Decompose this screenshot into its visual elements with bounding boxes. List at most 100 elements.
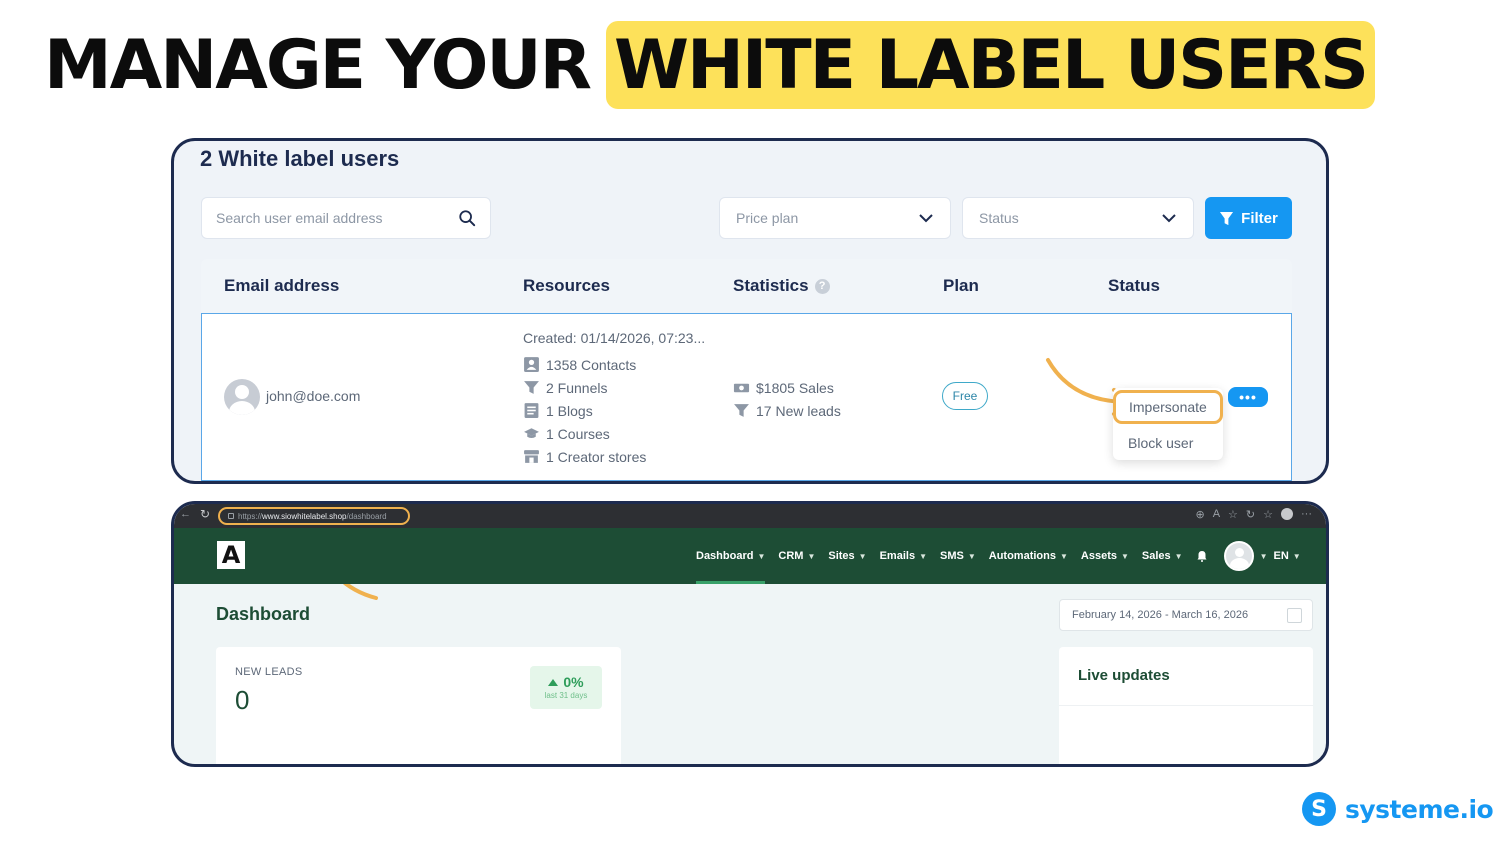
language-select[interactable]: EN ▼ — [1274, 550, 1301, 562]
chevron-down-icon — [1162, 214, 1176, 223]
chevron-down-icon: ▼ — [919, 551, 927, 561]
column-resources: Resources — [523, 276, 610, 295]
search-icon[interactable] — [458, 209, 476, 227]
status-placeholder: Status — [979, 210, 1019, 226]
bell-icon[interactable] — [1196, 550, 1208, 562]
user-email: john@doe.com — [266, 388, 361, 404]
created-date: Created: 01/14/2026, 07:23... — [523, 330, 706, 346]
read-aloud-icon[interactable]: A — [1213, 508, 1220, 521]
price-plan-select[interactable]: Price plan — [719, 197, 951, 239]
systeme-logo-icon: S — [1302, 792, 1336, 826]
statistic-item: 17 New leads — [733, 399, 841, 422]
new-leads-value: 0 — [235, 685, 250, 715]
date-range-picker[interactable]: February 14, 2026 - March 16, 2026 — [1059, 599, 1313, 631]
resource-item: 1 Courses — [523, 422, 705, 445]
resource-item: 2 Funnels — [523, 376, 705, 399]
nav-emails[interactable]: Emails ▼ — [880, 528, 927, 584]
chevron-down-icon: ▼ — [1059, 551, 1068, 561]
price-plan-placeholder: Price plan — [736, 210, 799, 226]
avatar — [224, 379, 260, 415]
chevron-down-icon: ▼ — [858, 551, 867, 561]
chevron-down-icon: ▼ — [807, 551, 816, 561]
browser-menu-icon[interactable]: ··· — [1301, 508, 1312, 521]
arrow-up-icon — [548, 678, 559, 686]
impersonate-menu-item[interactable]: Impersonate — [1113, 390, 1223, 424]
new-leads-card: NEW LEADS 0 0% last 31 days — [216, 647, 621, 764]
chevron-down-icon: ▼ — [1174, 551, 1183, 561]
chevron-down-icon[interactable]: ▼ — [1260, 552, 1268, 561]
reload-icon[interactable]: ↻ — [200, 507, 210, 521]
white-label-users-panel: 2 White label users Search user email ad… — [171, 138, 1329, 484]
zoom-icon[interactable]: ⊕ — [1195, 508, 1204, 521]
contacts-icon — [524, 357, 539, 372]
search-input[interactable]: Search user email address — [201, 197, 491, 239]
column-statistics-label: Statistics — [733, 276, 809, 295]
browser-toolbar: ← ↻ https://www.siowhitelabel.shop/dashb… — [174, 504, 1326, 528]
main-nav: Dashboard ▼ CRM ▼ Sites ▼ Emails ▼ SMS ▼ Auto… — [696, 528, 1301, 584]
favorite-icon[interactable]: ☆ — [1228, 508, 1238, 521]
browser-actions: ⊕ A ☆ ↻ ☆ ··· — [1195, 508, 1312, 521]
table-header: Email address Resources Statistics ? Pla… — [201, 259, 1292, 313]
favorites-list-icon[interactable]: ☆ — [1263, 508, 1273, 521]
resources-cell: Created: 01/14/2026, 07:23... 1358 Conta… — [523, 330, 705, 468]
back-icon[interactable]: ← — [180, 508, 191, 520]
filter-label: Filter — [1241, 209, 1278, 227]
chevron-down-icon: ▼ — [757, 551, 766, 561]
filter-icon — [1220, 211, 1234, 225]
nav-dashboard[interactable]: Dashboard ▼ — [696, 528, 766, 584]
headline-plain: MANAGE YOUR — [44, 25, 592, 105]
more-actions-button[interactable]: ••• — [1228, 387, 1268, 407]
nav-sites[interactable]: Sites ▼ — [828, 528, 866, 584]
chevron-down-icon: ▼ — [1120, 551, 1129, 561]
dashboard-title: Dashboard — [216, 604, 311, 624]
avatar[interactable] — [1223, 541, 1254, 571]
url-text: https://www.siowhitelabel.shop/dashboard — [238, 511, 387, 521]
block-user-menu-item[interactable]: Block user — [1113, 426, 1223, 460]
address-bar[interactable]: https://www.siowhitelabel.shop/dashboard — [218, 507, 410, 525]
app-logo[interactable]: A — [217, 541, 245, 569]
new-leads-label: NEW LEADS — [235, 666, 303, 678]
actions-menu: Impersonate Block user — [1113, 388, 1223, 460]
filter-button[interactable]: Filter — [1205, 197, 1292, 239]
lock-icon — [228, 513, 234, 519]
nav-automations[interactable]: Automations ▼ — [989, 528, 1068, 584]
live-updates-title: Live updates — [1078, 667, 1170, 684]
brand-logo: S systeme.io — [1302, 792, 1494, 826]
column-email: Email address — [224, 276, 340, 295]
column-statistics: Statistics ? — [733, 276, 830, 296]
divider — [1059, 705, 1313, 706]
statistics-cell: $1805 Sales 17 New leads — [733, 376, 841, 422]
funnel-icon — [524, 381, 539, 394]
change-badge: 0% last 31 days — [530, 666, 602, 709]
blog-icon — [524, 403, 539, 418]
money-icon — [733, 383, 750, 393]
resource-item: 1358 Contacts — [523, 353, 705, 376]
nav-assets[interactable]: Assets ▼ — [1081, 528, 1129, 584]
search-placeholder: Search user email address — [216, 210, 383, 226]
nav-sms[interactable]: SMS ▼ — [940, 528, 976, 584]
status-select[interactable]: Status — [962, 197, 1194, 239]
headline-highlight: WHITE LABEL USERS — [605, 21, 1375, 109]
statistic-item: $1805 Sales — [733, 376, 841, 399]
nav-sales[interactable]: Sales ▼ — [1142, 528, 1183, 584]
profile-icon[interactable] — [1281, 508, 1293, 520]
headline: MANAGE YOUR WHITE LABEL USERS — [44, 20, 1375, 110]
nav-crm[interactable]: CRM ▼ — [778, 528, 815, 584]
resource-item: 1 Creator stores — [523, 445, 705, 468]
brand-name: systeme.io — [1345, 794, 1494, 824]
course-icon — [524, 428, 539, 439]
app-navbar: A Dashboard ▼ CRM ▼ Sites ▼ Emails ▼ SMS ▼ Au… — [174, 528, 1326, 584]
page-title: 2 White label users — [200, 146, 400, 171]
chevron-down-icon — [919, 214, 933, 223]
info-icon[interactable]: ? — [814, 278, 830, 294]
impersonated-dashboard-panel: ← ↻ https://www.siowhitelabel.shop/dashb… — [171, 501, 1329, 767]
chevron-down-icon: ▼ — [967, 551, 976, 561]
funnel-icon — [734, 404, 749, 417]
column-plan: Plan — [943, 276, 979, 295]
plan-badge: Free — [942, 382, 988, 410]
live-updates-card: Live updates — [1059, 647, 1313, 764]
date-range-text: February 14, 2026 - March 16, 2026 — [1072, 609, 1249, 621]
resource-item: 1 Blogs — [523, 399, 705, 422]
refresh-icon[interactable]: ↻ — [1246, 508, 1255, 521]
table-row: john@doe.com Created: 01/14/2026, 07:23.… — [201, 313, 1292, 481]
